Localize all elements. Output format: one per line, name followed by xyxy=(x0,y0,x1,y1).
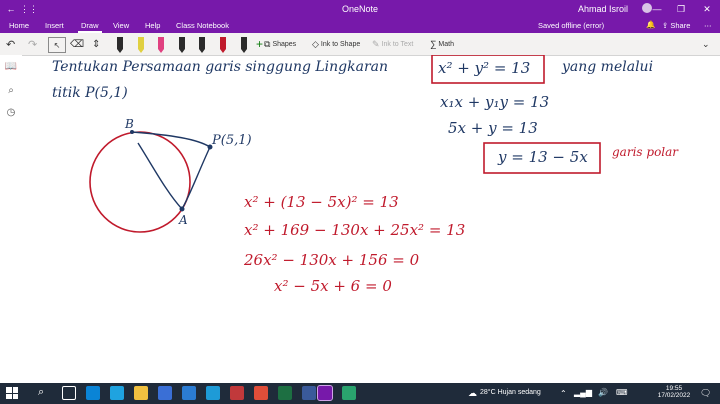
ribbon-collapse-icon[interactable]: ⌄ xyxy=(702,37,710,51)
store-icon[interactable] xyxy=(158,386,172,400)
word-icon[interactable] xyxy=(182,386,196,400)
pen-2[interactable] xyxy=(177,35,187,53)
pen-3[interactable] xyxy=(197,35,207,53)
tab-insert[interactable]: Insert xyxy=(42,21,67,33)
share-label: Share xyxy=(670,21,691,30)
app-icon-blue[interactable] xyxy=(302,386,316,400)
boxed-equation: x² + y² = 13 xyxy=(438,59,531,77)
minimize-icon[interactable]: — xyxy=(650,2,664,16)
substitution-step-2: x² + 169 − 130x + 25x² = 13 xyxy=(244,221,466,239)
highlighter-yellow[interactable] xyxy=(136,35,146,53)
note-canvas[interactable]: Tentukan Persamaan garis singgung Lingka… xyxy=(22,55,720,383)
substitution-step-1: x² + (13 − 5x)² = 13 xyxy=(244,193,399,211)
math-icon: ∑ xyxy=(430,39,437,49)
pen-red[interactable] xyxy=(218,35,228,53)
search-taskbar-icon[interactable]: ⌕ xyxy=(38,386,44,399)
onenote-icon[interactable] xyxy=(317,385,333,401)
clock-time: 19:55 xyxy=(665,385,683,392)
clock[interactable]: 19:55 17/02/2022 xyxy=(656,385,692,399)
add-space-icon[interactable]: ⇕ xyxy=(92,37,100,51)
ribbon-tabs: Home Insert Draw View Help Class Noteboo… xyxy=(0,18,720,33)
substitution-step-4: x² − 5x + 6 = 0 xyxy=(274,277,392,295)
tab-home[interactable]: Home xyxy=(6,21,32,33)
chrome-icon[interactable] xyxy=(254,386,268,400)
redo-icon[interactable]: ↷ xyxy=(28,37,37,51)
language-icon[interactable]: ⌨ xyxy=(616,388,628,397)
ink-to-text-button[interactable]: ✎ Ink to Text xyxy=(372,37,413,51)
label-point-a: A xyxy=(179,213,188,227)
lasso-select-icon[interactable]: ↖ xyxy=(48,37,66,53)
label-point-b: B xyxy=(125,117,134,131)
edge-browser-icon[interactable] xyxy=(110,386,124,400)
close-icon[interactable]: ✕ xyxy=(700,2,714,16)
point-a-dot xyxy=(179,206,185,212)
edge-icon[interactable] xyxy=(86,386,100,400)
ink-to-text-icon: ✎ xyxy=(372,38,380,49)
notebooks-icon[interactable]: 📖 xyxy=(4,59,18,73)
eraser-icon[interactable]: ⌫ xyxy=(70,37,84,51)
highlighter-pink[interactable] xyxy=(156,35,166,53)
app-icon-green[interactable] xyxy=(342,386,356,400)
start-icon[interactable] xyxy=(6,387,18,399)
tab-draw[interactable]: Draw xyxy=(78,21,102,33)
substitution-step-3: 26x² − 130x + 156 = 0 xyxy=(244,251,420,269)
problem-text-line2: titik P(5,1) xyxy=(52,85,128,101)
file-explorer-icon[interactable] xyxy=(134,386,148,400)
maximize-icon[interactable]: ❐ xyxy=(674,2,688,16)
shapes-icon: ⧉ xyxy=(264,38,271,49)
polar-label: garis polar xyxy=(612,145,679,159)
tangent-line-b xyxy=(131,131,211,148)
more-icon[interactable]: ⋯ xyxy=(704,21,712,30)
draw-ribbon: ↶ ↷ ↖ ⌫ ⇕ + ⧉ Shapes ◇ Ink to Shape ✎ Ink t… xyxy=(0,33,720,56)
problem-text-line1-end: yang melalui xyxy=(562,59,654,75)
windows-taskbar: ⌕ ☁ 28°C Hujan sedang ⌃ ▂▄▆ 🔊 ⌨ 19:55 17… xyxy=(0,383,720,404)
user-name[interactable]: Ahmad Isroil xyxy=(578,4,628,14)
tab-view[interactable]: View xyxy=(110,21,132,33)
clock-date: 17/02/2022 xyxy=(657,392,691,399)
ink-to-shape-label: Ink to Shape xyxy=(320,40,361,48)
volume-icon[interactable]: 🔊 xyxy=(598,388,608,397)
tab-help[interactable]: Help xyxy=(142,21,163,33)
app-icon-red[interactable] xyxy=(230,386,244,400)
tangent-formula: x₁x + y₁y = 13 xyxy=(440,93,550,111)
mail-icon[interactable] xyxy=(206,386,220,400)
bell-icon[interactable]: 🔔 xyxy=(646,20,655,29)
undo-icon[interactable]: ↶ xyxy=(6,37,15,51)
excel-icon[interactable] xyxy=(278,386,292,400)
ink-to-shape-icon: ◇ xyxy=(312,38,319,49)
tangent-equation: 5x + y = 13 xyxy=(448,119,538,137)
tangent-line-a xyxy=(181,146,211,210)
math-label: Math xyxy=(438,40,454,48)
ink-to-shape-button[interactable]: ◇ Ink to Shape xyxy=(312,37,360,51)
weather-text[interactable]: 28°C Hujan sedang xyxy=(480,389,541,396)
pen-1[interactable] xyxy=(115,35,125,53)
problem-text-line1: Tentukan Persamaan garis singgung Lingka… xyxy=(52,59,389,75)
shapes-label: Shapes xyxy=(272,40,297,48)
left-sidebar: 📖 ⌕ ◷ xyxy=(0,55,22,383)
pen-5[interactable] xyxy=(239,35,249,53)
label-point-p: P(5,1) xyxy=(212,133,252,148)
polar-chord xyxy=(137,142,183,210)
math-button[interactable]: ∑ Math xyxy=(430,37,454,51)
recent-icon[interactable]: ◷ xyxy=(4,105,18,119)
ink-to-text-label: Ink to Text xyxy=(381,40,414,48)
task-view-icon[interactable] xyxy=(62,386,76,400)
title-bar: ← ⋮⋮ OneNote Ahmad Isroil — ❐ ✕ xyxy=(0,0,720,18)
share-button[interactable]: ⇪ Share xyxy=(662,21,690,30)
polar-equation: y = 13 − 5x xyxy=(498,148,588,166)
shapes-button[interactable]: ⧉ Shapes xyxy=(264,37,296,51)
ink-layer xyxy=(89,55,601,233)
weather-icon: ☁ xyxy=(468,388,477,398)
notification-icon[interactable]: 🗨 xyxy=(700,388,711,399)
network-icon[interactable]: ▂▄▆ xyxy=(574,388,592,397)
save-status: Saved offline (error) xyxy=(538,21,605,30)
tab-class-notebook[interactable]: Class Notebook xyxy=(173,21,232,33)
search-icon[interactable]: ⌕ xyxy=(4,83,18,97)
add-pen-icon[interactable]: + xyxy=(256,37,263,51)
tray-chevron-icon[interactable]: ⌃ xyxy=(560,389,567,398)
